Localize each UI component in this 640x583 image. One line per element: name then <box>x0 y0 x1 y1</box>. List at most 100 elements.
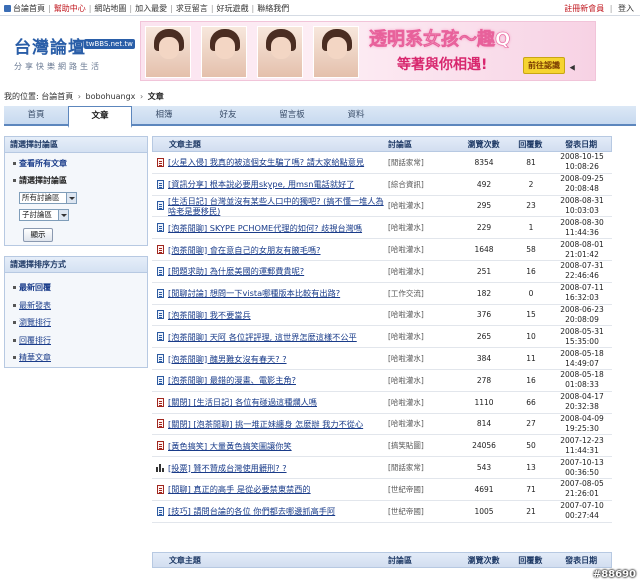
row-icon-cell <box>152 506 168 516</box>
bullet-icon <box>13 321 16 324</box>
forum-select-value: 所有討論區 <box>22 193 60 202</box>
article-forum[interactable]: [哈啦灌水] <box>388 353 458 364</box>
table-row: [投票] 贊不贊成台灣使用髒刑? ? [閒話家常] 543 13 2007-10-13 … <box>152 457 612 479</box>
tab-4[interactable]: 留言板 <box>260 106 324 126</box>
article-forum[interactable]: [哈啦灌水] <box>388 331 458 342</box>
article-title-link[interactable]: [閒聊討論] 想問一下vista哪種版本比較有出路? <box>168 288 388 298</box>
breadcrumb-link[interactable]: bobohuangx <box>86 92 136 101</box>
article-views: 1005 <box>474 506 494 516</box>
sort-panel: 請選擇排序方式 最新回覆 最新發表 瀏覽排行 回覆排行 精華文章 <box>4 256 148 368</box>
article-forum[interactable]: [哈啦灌水] <box>388 222 458 233</box>
ad-banner[interactable]: 透明系女孩～趣Q 等著與你相遇! 前往認識 <box>140 21 596 81</box>
hot-topic-icon <box>156 419 164 429</box>
article-forum[interactable]: [工作交流] <box>388 288 458 299</box>
subforum-select[interactable]: 子討論區 <box>19 209 69 221</box>
article-title-link[interactable]: [泡茶閒聊] SKYPE PCHOME代理的如何? 歧視台灣嗎 <box>168 223 388 233</box>
article-replies: 13 <box>526 463 536 473</box>
forum-select[interactable]: 所有討論區 <box>19 192 77 204</box>
article-views: 543 <box>476 463 492 473</box>
article-forum[interactable]: [哈啦灌水] <box>388 418 458 429</box>
tab-5[interactable]: 資料 <box>324 106 388 126</box>
login-link[interactable]: 登入 <box>618 4 634 13</box>
article-title-link[interactable]: [資訊分享] 根本說必要用skype, 用msn電話就好了 <box>168 179 388 189</box>
register-link[interactable]: 註冊新會員 <box>564 4 604 13</box>
table-footer: 文章主題 討論區 瀏覽次數 回覆數 發表日期 <box>152 552 612 568</box>
header-forum: 討論區 <box>387 140 412 149</box>
show-button[interactable]: 顯示 <box>23 228 53 242</box>
row-icon-cell <box>152 201 168 211</box>
row-icon-cell <box>152 463 168 473</box>
article-title-link[interactable]: [火星入侵] 我真的被這個女生騙了嗎? 請大家給點意見 <box>168 157 388 167</box>
breadcrumb-link[interactable]: 台論首頁 <box>41 92 73 101</box>
top-nav-link[interactable]: 求豆留言 <box>176 3 208 14</box>
article-title-link[interactable]: [技巧] 請問台論的各位 你們都去哪邊抓高手阿 <box>168 506 388 516</box>
article-title-link[interactable]: [投票] 贊不贊成台灣使用髒刑? ? <box>168 463 388 473</box>
article-forum[interactable]: [搞笑貼圖] <box>388 440 458 451</box>
article-forum[interactable]: [綜合資訊] <box>388 179 458 190</box>
article-title-link[interactable]: [泡茶閒聊] 醜男難女沒有春天? ? <box>168 354 388 364</box>
breadcrumb-prefix: 我的位置: <box>4 92 39 101</box>
hot-topic-icon <box>156 157 164 167</box>
topic-icon <box>156 506 164 516</box>
article-forum[interactable]: [哈啦灌水] <box>388 200 458 211</box>
article-title-link[interactable]: [關閉] [生活日記] 各位有碰過這種爛人嗎 <box>168 397 388 407</box>
article-title-link[interactable]: [生活日記] 台灣並沒有某些人口中的獨吧? (搞不懂一堆人為啥老是要移民) <box>168 196 388 216</box>
tab-0[interactable]: 首頁 <box>4 106 68 126</box>
article-views: 384 <box>476 354 492 364</box>
tab-2[interactable]: 相簿 <box>132 106 196 126</box>
article-title-link[interactable]: [泡茶閒聊] 我不要當兵 <box>168 310 388 320</box>
article-forum[interactable]: [閒話家常] <box>388 462 458 473</box>
sort-option[interactable]: 最新回覆 <box>13 279 51 297</box>
article-views: 1110 <box>474 397 494 407</box>
article-title-link[interactable]: [關閉] [泡茶閒聊] 挑一堆正妹纏身 怎麼辦 我力不從心 <box>168 419 388 429</box>
tab-3[interactable]: 好友 <box>196 106 260 126</box>
panel-title: 請選擇討論區 <box>5 137 147 153</box>
article-replies: 27 <box>526 419 536 429</box>
sort-option[interactable]: 回覆排行 <box>13 332 51 350</box>
article-forum[interactable]: [世紀帝國] <box>388 506 458 517</box>
pointer-cursor-icon <box>569 63 578 71</box>
view-all-articles-link[interactable]: 查看所有文章 <box>13 158 67 169</box>
article-title-link[interactable]: [泡茶閒聊] 會在意自己的女朋友有腋毛嗎? <box>168 245 388 255</box>
site-logo[interactable]: 台灣論壇 twBBS.net.tw 分享快樂網路生活 <box>14 33 136 73</box>
article-forum[interactable]: [哈啦灌水] <box>388 397 458 408</box>
article-views: 278 <box>476 375 492 385</box>
row-icon-cell <box>152 419 168 429</box>
top-nav-link[interactable]: 台論首頁 <box>13 3 45 14</box>
article-replies: 2 <box>528 179 534 189</box>
article-title-link[interactable]: [問題求助] 為什麼美國的運郵費貴呢? <box>168 266 388 276</box>
logo-domain: twBBS.net.tw <box>84 39 135 49</box>
article-forum[interactable]: [哈啦灌水] <box>388 309 458 320</box>
sort-option[interactable]: 瀏覽排行 <box>13 314 51 332</box>
top-nav-link[interactable]: 加入最愛 <box>135 3 167 14</box>
tab-1[interactable]: 文章 <box>68 106 132 128</box>
top-nav-link[interactable]: 幫助中心 <box>54 3 86 14</box>
article-forum[interactable]: [世紀帝國] <box>388 484 458 495</box>
sort-option-label: 最新回覆 <box>19 283 51 292</box>
top-nav-link[interactable]: 好玩遊戲 <box>217 3 249 14</box>
sort-option[interactable]: 最新發表 <box>13 297 51 315</box>
article-forum[interactable]: [哈啦灌水] <box>388 266 458 277</box>
article-forum[interactable]: [閒話家常] <box>388 157 458 168</box>
article-title-link[interactable]: [泡茶閒聊] 最錯的漫畫、電影主角? <box>168 375 388 385</box>
article-views: 295 <box>476 201 492 211</box>
table-row: [問題求助] 為什麼美國的運郵費貴呢? [哈啦灌水] 251 16 2008-07-31… <box>152 261 612 283</box>
article-date: 2007-08-05 21:26:01 <box>560 479 604 499</box>
article-title-link[interactable]: [閒聊] 真正的高手 是從必要禁東禁西的 <box>168 484 388 494</box>
table-row: [黃色搞笑] 大量黃色搞笑圖讓你笑 [搞笑貼圖] 24056 50 2007-12-23… <box>152 435 612 458</box>
article-date: 2008-08-30 11:44:36 <box>560 217 604 237</box>
article-date: 2007-12-23 11:44:31 <box>560 435 604 455</box>
banner-cta-button[interactable]: 前往認識 <box>523 57 565 74</box>
sort-option[interactable]: 精華文章 <box>13 349 51 367</box>
article-forum[interactable]: [哈啦灌水] <box>388 244 458 255</box>
article-replies: 0 <box>528 288 534 298</box>
table-row: [關閉] [生活日記] 各位有碰過這種爛人嗎 [哈啦灌水] 1110 66 2008-0… <box>152 392 612 414</box>
article-forum[interactable]: [哈啦灌水] <box>388 375 458 386</box>
table-row: [技巧] 請問台論的各位 你們都去哪邊抓高手阿 [世紀帝國] 1005 21 2007-… <box>152 501 612 523</box>
bullet-icon <box>13 338 16 342</box>
article-title-link[interactable]: [泡茶閒聊] 天阿 各位評評理, 這世界怎麼這樣不公平 <box>168 332 388 342</box>
table-row: [泡茶閒聊] SKYPE PCHOME代理的如何? 歧視台灣嗎 [哈啦灌水] 229… <box>152 217 612 240</box>
top-nav-link[interactable]: 聯絡我們 <box>257 3 289 14</box>
article-title-link[interactable]: [黃色搞笑] 大量黃色搞笑圖讓你笑 <box>168 441 388 451</box>
top-nav-link[interactable]: 網站地圖 <box>94 3 126 14</box>
